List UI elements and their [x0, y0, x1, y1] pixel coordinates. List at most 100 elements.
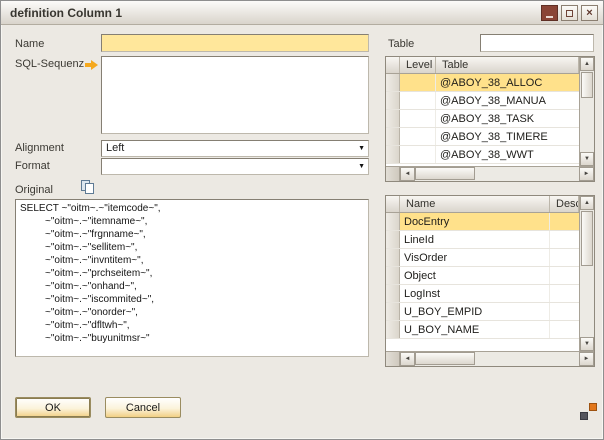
row-selector[interactable]: [386, 285, 400, 302]
original-label: Original: [15, 184, 53, 196]
expand-icon[interactable]: [580, 403, 597, 420]
table-input[interactable]: [480, 34, 594, 52]
field-name-cell: VisOrder: [400, 249, 550, 266]
scroll-right-button[interactable]: ►: [579, 352, 594, 366]
table-row[interactable]: @ABOY_38_MANUA: [386, 92, 579, 110]
column-header-level[interactable]: Level: [400, 57, 436, 73]
row-selector[interactable]: [386, 110, 400, 127]
field-row[interactable]: VisOrder: [386, 249, 579, 267]
name-label: Name: [15, 38, 44, 50]
column-header-name[interactable]: Name: [400, 196, 550, 212]
scroll-up-button[interactable]: ▲: [580, 196, 594, 210]
window-title: definition Column 1: [10, 6, 122, 20]
field-name-cell: DocEntry: [400, 213, 550, 230]
original-sql-box[interactable]: SELECT ~"oitm~.~"itemcode~", ~"oitm~.~"i…: [15, 199, 369, 357]
scroll-down-button[interactable]: ▼: [580, 152, 594, 166]
row-selector[interactable]: [386, 74, 400, 91]
fields-grid-header: Name Desc: [386, 196, 579, 213]
table-row[interactable]: @ABOY_38_TIMERE: [386, 128, 579, 146]
column-header-spacer: [386, 196, 400, 212]
format-label: Format: [15, 160, 50, 172]
field-row[interactable]: LineId: [386, 231, 579, 249]
row-selector[interactable]: [386, 128, 400, 145]
field-row[interactable]: U_BOY_NAME: [386, 321, 579, 339]
horizontal-scrollbar[interactable]: ◄ ►: [386, 166, 594, 181]
table-name-cell: @ABOY_38_MANUA: [436, 92, 579, 109]
table-row[interactable]: @ABOY_38_ALLOC: [386, 74, 579, 92]
scroll-down-button[interactable]: ▼: [580, 337, 594, 351]
name-input[interactable]: [101, 34, 369, 52]
row-selector[interactable]: [386, 231, 400, 248]
field-row[interactable]: Object: [386, 267, 579, 285]
field-desc-cell: [550, 321, 579, 338]
maximize-button[interactable]: [561, 5, 578, 21]
column-header-desc[interactable]: Desc: [550, 196, 579, 212]
cancel-button[interactable]: Cancel: [105, 397, 181, 418]
field-name-cell: LogInst: [400, 285, 550, 302]
field-name-cell: Object: [400, 267, 550, 284]
tables-grid-header: Level Table: [386, 57, 579, 74]
column-header-table[interactable]: Table: [436, 57, 579, 73]
alignment-select[interactable]: Left ▼: [101, 140, 369, 157]
field-name-cell: LineId: [400, 231, 550, 248]
scrollbar-thumb[interactable]: [415, 352, 475, 365]
scrollbar-corner: [386, 167, 400, 181]
field-desc-cell: [550, 213, 579, 230]
field-desc-cell: [550, 303, 579, 320]
fields-grid: Name Desc DocEntry LineId VisOrder Objec: [385, 195, 595, 367]
sql-sequenz-box[interactable]: [101, 56, 369, 134]
ok-button[interactable]: OK: [15, 397, 91, 418]
maximize-icon: [566, 10, 573, 17]
copy-icon[interactable]: [81, 180, 97, 196]
sql-sequenz-label: SQL-Sequenz: [15, 58, 84, 70]
level-cell: [400, 128, 436, 145]
link-arrow-icon[interactable]: [85, 60, 99, 70]
scroll-left-button[interactable]: ◄: [400, 167, 415, 181]
scrollbar-thumb[interactable]: [581, 211, 593, 266]
scrollbar-thumb[interactable]: [581, 72, 593, 98]
field-name-cell: U_BOY_EMPID: [400, 303, 550, 320]
scroll-left-button[interactable]: ◄: [400, 352, 415, 366]
tables-grid: Level Table @ABOY_38_ALLOC @ABOY_38_MANU…: [385, 56, 595, 182]
row-selector[interactable]: [386, 213, 400, 230]
scrollbar-track[interactable]: [415, 167, 579, 181]
field-desc-cell: [550, 249, 579, 266]
scrollbar-thumb[interactable]: [415, 167, 475, 180]
level-cell: [400, 74, 436, 91]
row-selector[interactable]: [386, 92, 400, 109]
scrollbar-track[interactable]: [415, 352, 579, 366]
row-selector[interactable]: [386, 321, 400, 338]
level-cell: [400, 110, 436, 127]
tables-grid-rows: @ABOY_38_ALLOC @ABOY_38_MANUA @ABOY_38_T…: [386, 74, 579, 164]
format-select[interactable]: ▼: [101, 158, 369, 175]
table-label: Table: [388, 38, 414, 50]
alignment-label: Alignment: [15, 142, 64, 154]
vertical-scrollbar[interactable]: ▲ ▼: [579, 196, 594, 351]
field-row[interactable]: U_BOY_EMPID: [386, 303, 579, 321]
row-selector[interactable]: [386, 267, 400, 284]
horizontal-scrollbar[interactable]: ◄ ►: [386, 351, 594, 366]
minimize-icon: [546, 16, 553, 18]
level-cell: [400, 92, 436, 109]
minimize-button[interactable]: [541, 5, 558, 21]
close-icon: ×: [586, 8, 592, 19]
table-name-cell: @ABOY_38_WWT: [436, 146, 579, 163]
fields-grid-rows: DocEntry LineId VisOrder Object LogInst: [386, 213, 579, 339]
field-desc-cell: [550, 231, 579, 248]
field-desc-cell: [550, 267, 579, 284]
row-selector[interactable]: [386, 146, 400, 163]
table-row[interactable]: @ABOY_38_TASK: [386, 110, 579, 128]
field-row[interactable]: DocEntry: [386, 213, 579, 231]
vertical-scrollbar[interactable]: ▲ ▼: [579, 57, 594, 166]
chevron-down-icon: ▼: [358, 145, 365, 152]
row-selector[interactable]: [386, 303, 400, 320]
scroll-up-button[interactable]: ▲: [580, 57, 594, 71]
scrollbar-corner: [386, 352, 400, 366]
alignment-value: Left: [106, 142, 124, 155]
close-button[interactable]: ×: [581, 5, 598, 21]
scroll-right-button[interactable]: ►: [579, 167, 594, 181]
table-row[interactable]: @ABOY_38_WWT: [386, 146, 579, 164]
table-name-cell: @ABOY_38_TASK: [436, 110, 579, 127]
row-selector[interactable]: [386, 249, 400, 266]
field-row[interactable]: LogInst: [386, 285, 579, 303]
